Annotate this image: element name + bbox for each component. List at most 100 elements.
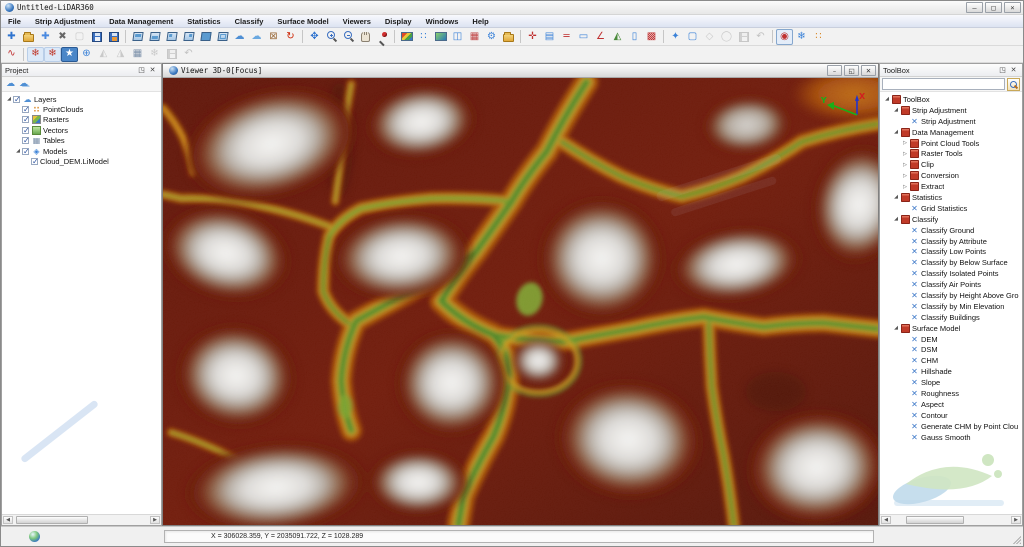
- menu-strip-adjustment[interactable]: Strip Adjustment: [28, 15, 102, 28]
- tree-item-contour[interactable]: Contour: [880, 410, 1022, 421]
- open-project-button[interactable]: [20, 29, 37, 45]
- expander-icon[interactable]: ◢: [5, 96, 13, 102]
- display-by-elevation-button[interactable]: [398, 29, 415, 45]
- new-project-button[interactable]: ✚: [3, 29, 20, 45]
- measure-height-button[interactable]: ◭: [609, 29, 626, 45]
- snapshot-button[interactable]: [500, 29, 517, 45]
- tree-item-vectors[interactable]: Vectors: [2, 125, 161, 135]
- zoom-out-button[interactable]: [340, 29, 357, 45]
- tree-item-strip-adjustment[interactable]: Strip Adjustment: [880, 116, 1022, 127]
- expander-icon[interactable]: ◢: [892, 216, 900, 222]
- measure-volume-button[interactable]: ▯: [626, 29, 643, 45]
- float-panel-icon[interactable]: ◳: [997, 65, 1008, 75]
- display-by-rgb-button[interactable]: ▦: [466, 29, 483, 45]
- tree-item-dem[interactable]: DEM: [880, 334, 1022, 345]
- pick-position-button[interactable]: ✛: [524, 29, 541, 45]
- zoom-in-button[interactable]: [323, 29, 340, 45]
- classify-ground-tool-button[interactable]: ❄: [27, 47, 44, 62]
- tree-item-classify-isolated-points[interactable]: Classify Isolated Points: [880, 268, 1022, 279]
- add-pointcloud-icon[interactable]: ☁: [6, 80, 15, 89]
- view-front-button[interactable]: [197, 29, 214, 45]
- tree-item-surface-model[interactable]: ◢Surface Model: [880, 323, 1022, 334]
- menu-viewers[interactable]: Viewers: [336, 15, 378, 28]
- viewer-restore-button[interactable]: ◱: [844, 65, 859, 76]
- tree-item-classify-buildings[interactable]: Classify Buildings: [880, 312, 1022, 323]
- menu-file[interactable]: File: [1, 15, 28, 28]
- tree-item-raster-tools[interactable]: ▷Raster Tools: [880, 148, 1022, 159]
- tree-item-generate-chm-by-point-clou[interactable]: Generate CHM by Point Clou: [880, 421, 1022, 432]
- polygon-select-button[interactable]: ✦: [667, 29, 684, 45]
- tree-item-gauss-smooth[interactable]: Gauss Smooth: [880, 432, 1022, 443]
- checkbox[interactable]: [22, 116, 29, 123]
- scroll-right-icon[interactable]: ▶: [1011, 516, 1021, 524]
- scroll-right-icon[interactable]: ▶: [150, 516, 160, 524]
- measure-density-button[interactable]: ▩: [643, 29, 660, 45]
- display-by-class-button[interactable]: [432, 29, 449, 45]
- expander-icon[interactable]: ▷: [901, 151, 909, 157]
- tree-item-extract[interactable]: ▷Extract: [880, 181, 1022, 192]
- tree-item-hillshade[interactable]: Hillshade: [880, 366, 1022, 377]
- split-view-button[interactable]: ◫: [449, 29, 466, 45]
- menu-help[interactable]: Help: [465, 15, 495, 28]
- checkbox[interactable]: [22, 137, 29, 144]
- tree-item-clip[interactable]: ▷Clip: [880, 159, 1022, 170]
- minimize-button[interactable]: –: [966, 2, 983, 13]
- tree-item-point-cloud-tools[interactable]: ▷Point Cloud Tools: [880, 138, 1022, 149]
- add-data-button[interactable]: ✚: [37, 29, 54, 45]
- expander-icon[interactable]: ◢: [892, 129, 900, 135]
- tree-item-cloud-dem-limodel[interactable]: Cloud_DEM.LiModel: [2, 156, 161, 166]
- expander-icon[interactable]: ▷: [901, 173, 909, 179]
- orbit-rotate-button[interactable]: ↻: [282, 29, 299, 45]
- tree-item-statistics[interactable]: ◢Statistics: [880, 192, 1022, 203]
- close-panel-icon[interactable]: ✕: [1008, 65, 1019, 75]
- resize-grip[interactable]: [1012, 535, 1021, 544]
- tree-item-rasters[interactable]: Rasters: [2, 115, 161, 125]
- tree-item-dsm[interactable]: DSM: [880, 344, 1022, 355]
- tree-item-classify[interactable]: ◢Classify: [880, 214, 1022, 225]
- expander-icon[interactable]: ◢: [14, 148, 22, 154]
- view-back-button[interactable]: [214, 29, 231, 45]
- viewer-3d-canvas[interactable]: X Y: [163, 78, 878, 525]
- point-cloud-render-button[interactable]: ☁: [231, 29, 248, 45]
- tree-item-slope[interactable]: Slope: [880, 377, 1022, 388]
- save-project-as-button[interactable]: [105, 29, 122, 45]
- tree-item-pointclouds[interactable]: PointClouds: [2, 104, 161, 114]
- measure-list-button[interactable]: ▤: [541, 29, 558, 45]
- tree-item-classify-low-points[interactable]: Classify Low Points: [880, 246, 1022, 257]
- expander-icon[interactable]: ◢: [883, 96, 891, 102]
- view-left-button[interactable]: [163, 29, 180, 45]
- expander-icon[interactable]: ◢: [892, 325, 900, 331]
- tree-item-classify-by-min-elevation[interactable]: Classify by Min Elevation: [880, 301, 1022, 312]
- view-bottom-button[interactable]: [146, 29, 163, 45]
- tree-item-toolbox[interactable]: ◢ToolBox: [880, 94, 1022, 105]
- pick-point-button[interactable]: [374, 29, 391, 45]
- tree-item-classify-by-attribute[interactable]: Classify by Attribute: [880, 236, 1022, 247]
- float-panel-icon[interactable]: ◳: [136, 65, 147, 75]
- checkbox[interactable]: [22, 106, 29, 113]
- checkbox[interactable]: [22, 148, 29, 155]
- tree-item-classify-by-below-surface[interactable]: Classify by Below Surface: [880, 257, 1022, 268]
- tree-item-aspect[interactable]: Aspect: [880, 399, 1022, 410]
- menu-data-management[interactable]: Data Management: [102, 15, 180, 28]
- add-multiple-data-icon[interactable]: ☁: [19, 80, 28, 89]
- remove-data-button[interactable]: ✖: [54, 29, 71, 45]
- viewer-minimize-button[interactable]: –: [827, 65, 842, 76]
- expander-icon[interactable]: ▷: [901, 140, 909, 146]
- save-project-button[interactable]: [88, 29, 105, 45]
- remove-render-button[interactable]: ⊠: [265, 29, 282, 45]
- checkbox[interactable]: [13, 96, 20, 103]
- point-cloud-render-2-button[interactable]: ☁: [248, 29, 265, 45]
- menu-windows[interactable]: Windows: [419, 15, 466, 28]
- checkbox[interactable]: [22, 127, 29, 134]
- toolbox-search-input[interactable]: [882, 78, 1005, 90]
- tree-item-classify-air-points[interactable]: Classify Air Points: [880, 279, 1022, 290]
- maximize-button[interactable]: □: [985, 2, 1002, 13]
- search-icon[interactable]: [1007, 78, 1020, 91]
- display-by-intensity-button[interactable]: ∷: [415, 29, 432, 45]
- menu-surface-model[interactable]: Surface Model: [270, 15, 335, 28]
- expander-icon[interactable]: ◢: [892, 194, 900, 200]
- tree-item-chm[interactable]: CHM: [880, 355, 1022, 366]
- tree-item-classify-ground[interactable]: Classify Ground: [880, 225, 1022, 236]
- scroll-left-icon[interactable]: ◀: [881, 516, 891, 524]
- profile-button[interactable]: ∿: [3, 47, 20, 62]
